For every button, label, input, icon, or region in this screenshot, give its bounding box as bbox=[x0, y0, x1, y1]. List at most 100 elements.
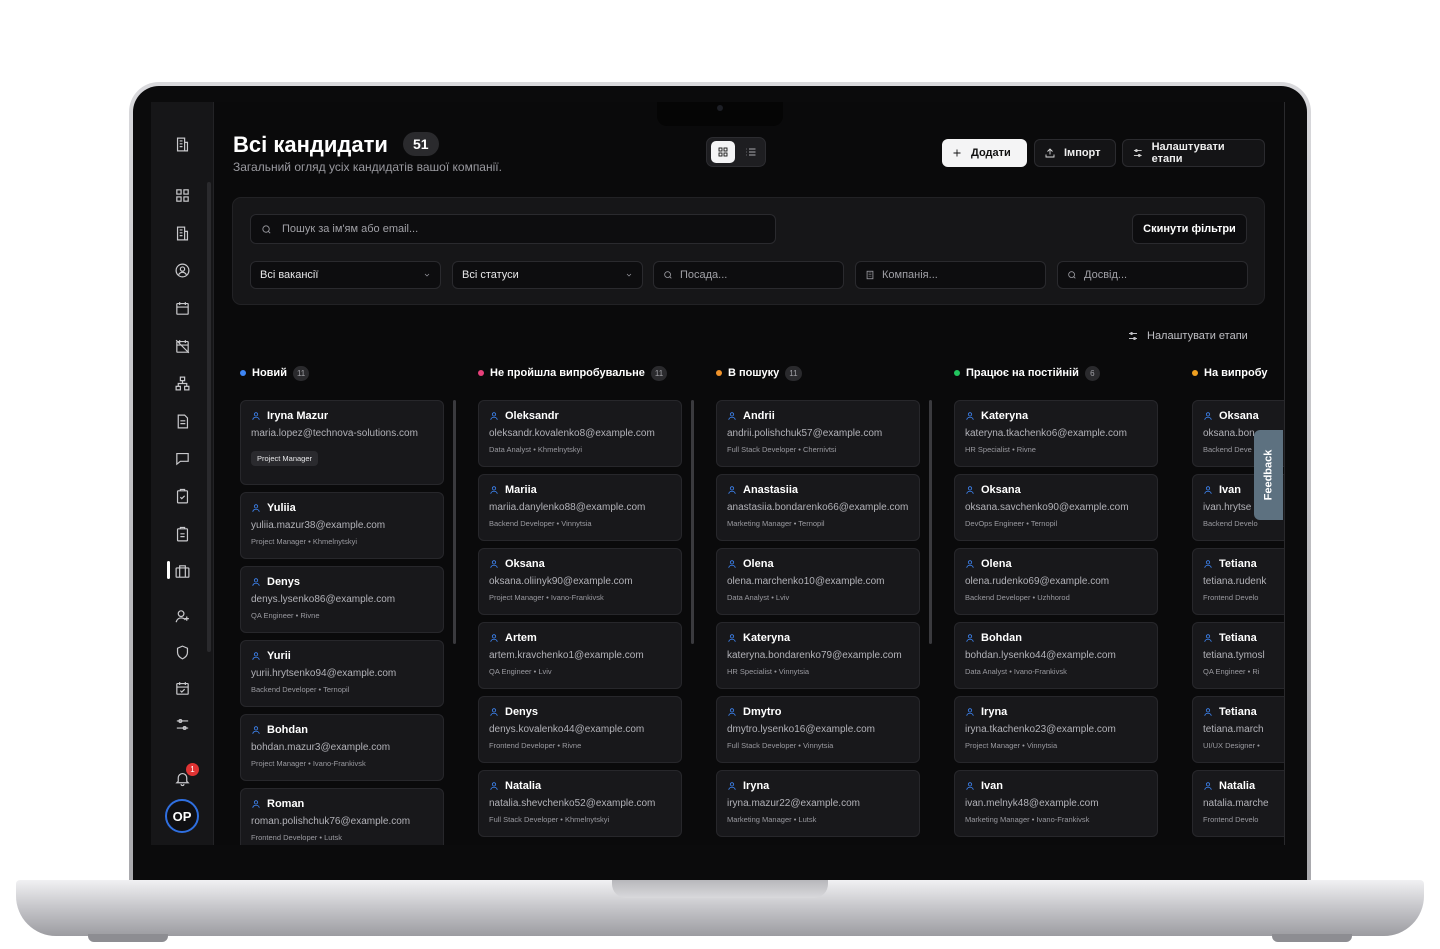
import-button[interactable]: Імпорт bbox=[1034, 139, 1116, 167]
candidate-card[interactable]: Iryna iryna.mazur22@example.com Marketing … bbox=[716, 770, 920, 837]
candidate-name: Anastasiia bbox=[743, 484, 799, 496]
candidate-card[interactable]: Bohdan bohdan.lysenko44@example.com Data A… bbox=[954, 622, 1158, 689]
candidate-card[interactable]: Iryna iryna.tkachenko23@example.com Projec… bbox=[954, 696, 1158, 763]
candidate-card[interactable]: Andrii andrii.polishchuk57@example.com Ful… bbox=[716, 400, 920, 467]
configure-stages-button[interactable]: Налаштувати етапи bbox=[1122, 139, 1265, 167]
sidebar-scrollbar[interactable] bbox=[207, 182, 211, 652]
candidate-email: oksana.savchenko90@example.com bbox=[965, 502, 1129, 513]
statuses-select-value: Всі статуси bbox=[462, 269, 519, 281]
sidebar-active-indicator bbox=[167, 561, 170, 579]
column-scrollbar[interactable] bbox=[691, 400, 694, 644]
settings-sliders-icon[interactable] bbox=[171, 713, 193, 735]
candidate-card[interactable]: Tetiana tetiana.march UI/UX Designer • bbox=[1192, 696, 1285, 763]
experience-filter-input[interactable]: Досвід... bbox=[1057, 261, 1248, 289]
statuses-select[interactable]: Всі статуси bbox=[452, 261, 643, 289]
plus-icon bbox=[953, 149, 961, 157]
candidate-card[interactable]: Dmytro dmytro.lysenko16@example.com Full S… bbox=[716, 696, 920, 763]
document-icon[interactable] bbox=[171, 410, 193, 432]
search-input[interactable] bbox=[282, 223, 752, 235]
candidate-card[interactable]: Oksana oksana.savchenko90@example.com DevO… bbox=[954, 474, 1158, 541]
vacancies-select[interactable]: Всі вакансії bbox=[250, 261, 441, 289]
candidate-email: iryna.mazur22@example.com bbox=[727, 798, 860, 809]
add-candidate-button[interactable]: Додати bbox=[942, 139, 1027, 167]
candidate-card[interactable]: Tetiana tetiana.tymosl QA Engineer • Ri bbox=[1192, 622, 1285, 689]
company-filter-input[interactable]: Компанія... bbox=[855, 261, 1046, 289]
user-icon bbox=[1203, 781, 1213, 791]
candidate-email: oleksandr.kovalenko8@example.com bbox=[489, 428, 655, 439]
candidate-name: Bohdan bbox=[981, 632, 1022, 644]
configure-stages-label: Налаштувати етапи bbox=[1151, 141, 1225, 165]
add-user-icon[interactable] bbox=[171, 605, 193, 627]
candidate-name-row: Mariia bbox=[489, 484, 671, 496]
companies-building-icon[interactable] bbox=[171, 222, 193, 244]
briefcase-icon[interactable] bbox=[171, 560, 193, 582]
dashboard-grid-icon[interactable] bbox=[171, 184, 193, 206]
candidate-card[interactable]: Yurii yurii.hrytsenko94@example.com Backen… bbox=[240, 640, 444, 707]
candidate-card[interactable]: Ivan ivan.melnyk48@example.com Marketing M… bbox=[954, 770, 1158, 837]
column-title: Працює на постійній bbox=[966, 367, 1079, 379]
clipboard-check-icon[interactable] bbox=[171, 485, 193, 507]
feedback-label: Feedback bbox=[1262, 449, 1275, 501]
candidate-card[interactable]: Artem artem.kravchenko1@example.com QA Eng… bbox=[478, 622, 682, 689]
reset-filters-button[interactable]: Скинути фільтри bbox=[1132, 214, 1247, 244]
candidate-name: Artem bbox=[505, 632, 537, 644]
user-icon bbox=[1203, 707, 1213, 717]
candidate-name: Natalia bbox=[1219, 780, 1256, 792]
view-toggle bbox=[706, 137, 766, 167]
clipboard-list-icon[interactable] bbox=[171, 523, 193, 545]
candidate-card[interactable]: Anastasiia anastasiia.bondarenko66@exampl… bbox=[716, 474, 920, 541]
candidate-name: Yurii bbox=[267, 650, 291, 662]
candidate-card[interactable]: Natalia natalia.marche Frontend Develo bbox=[1192, 770, 1285, 837]
candidate-card[interactable]: Oleksandr oleksandr.kovalenko8@example.co… bbox=[478, 400, 682, 467]
shield-icon[interactable] bbox=[171, 641, 193, 663]
candidate-position-location: Marketing Manager • Ivano-Frankivsk bbox=[965, 815, 1090, 824]
candidate-card[interactable]: Yuliia yuliia.mazur38@example.com Project … bbox=[240, 492, 444, 559]
building-icon bbox=[866, 270, 874, 280]
candidate-position-location: Project Manager • Ivano-Frankivsk bbox=[489, 593, 604, 602]
candidate-card[interactable]: Bohdan bohdan.mazur3@example.com Project M… bbox=[240, 714, 444, 781]
calendar-check-icon[interactable] bbox=[171, 677, 193, 699]
candidate-card[interactable]: Tetiana tetiana.rudenk Frontend Develo bbox=[1192, 548, 1285, 615]
candidate-card[interactable]: Oksana oksana.oliinyk90@example.com Projec… bbox=[478, 548, 682, 615]
candidate-position-location: Marketing Manager • Lutsk bbox=[727, 815, 817, 824]
candidate-position-location: Full Stack Developer • Chernivtsi bbox=[727, 445, 837, 454]
column-scrollbar[interactable] bbox=[929, 400, 932, 644]
candidate-card[interactable]: Olena olena.marchenko10@example.com Data A… bbox=[716, 548, 920, 615]
position-filter-input[interactable]: Посада... bbox=[653, 261, 844, 289]
feedback-tab[interactable]: Feedback bbox=[1254, 430, 1283, 520]
user-avatar[interactable]: OP bbox=[165, 799, 199, 833]
column-title: На випробу bbox=[1204, 367, 1268, 379]
candidate-card[interactable]: Roman roman.polishchuk76@example.com Front… bbox=[240, 788, 444, 845]
candidate-card[interactable]: Natalia natalia.shevchenko52@example.com F… bbox=[478, 770, 682, 837]
candidate-card[interactable]: Kateryna kateryna.bondarenko79@example.co… bbox=[716, 622, 920, 689]
candidate-name: Olena bbox=[981, 558, 1012, 570]
candidate-card[interactable]: Iryna Mazur maria.lopez@technova-solution… bbox=[240, 400, 444, 485]
list-view-button[interactable] bbox=[739, 141, 763, 163]
column-scrollbar[interactable] bbox=[453, 400, 456, 644]
kanban-column-failed-trial: Не пройшла випробувальне 11 Oleksandr ole… bbox=[478, 364, 694, 837]
candidate-position-location: Data Analyst • Lviv bbox=[727, 593, 790, 602]
configure-stages-link-label: Налаштувати етапи bbox=[1147, 330, 1248, 342]
user-icon bbox=[1203, 485, 1213, 495]
candidate-name: Oksana bbox=[981, 484, 1021, 496]
candidate-name: Andrii bbox=[743, 410, 775, 422]
logo-building-icon[interactable] bbox=[171, 133, 193, 155]
page-scrollbar[interactable] bbox=[1284, 102, 1285, 845]
candidate-card[interactable]: Denys denys.lysenko86@example.com QA Engin… bbox=[240, 566, 444, 633]
candidate-card[interactable]: Olena olena.rudenko69@example.com Backend … bbox=[954, 548, 1158, 615]
org-structure-icon[interactable] bbox=[171, 372, 193, 394]
chat-icon[interactable] bbox=[171, 447, 193, 469]
calendar-icon[interactable] bbox=[171, 297, 193, 319]
grid-view-button[interactable] bbox=[711, 141, 735, 163]
configure-stages-link[interactable]: Налаштувати етапи bbox=[1127, 330, 1248, 342]
candidate-name-row: Tetiana bbox=[1203, 632, 1285, 644]
laptop-foot-left bbox=[88, 934, 168, 942]
profile-circle-icon[interactable] bbox=[171, 259, 193, 281]
candidate-email: mariia.danylenko88@example.com bbox=[489, 502, 646, 513]
candidate-card[interactable]: Mariia mariia.danylenko88@example.com Back… bbox=[478, 474, 682, 541]
calendar-off-icon[interactable] bbox=[171, 335, 193, 357]
candidate-position-location: Project Manager • Vinnytsia bbox=[965, 741, 1058, 750]
candidate-card[interactable]: Denys denys.kovalenko44@example.com Fronte… bbox=[478, 696, 682, 763]
candidate-card[interactable]: Kateryna kateryna.tkachenko6@example.com H… bbox=[954, 400, 1158, 467]
candidate-email: bohdan.mazur3@example.com bbox=[251, 742, 391, 753]
